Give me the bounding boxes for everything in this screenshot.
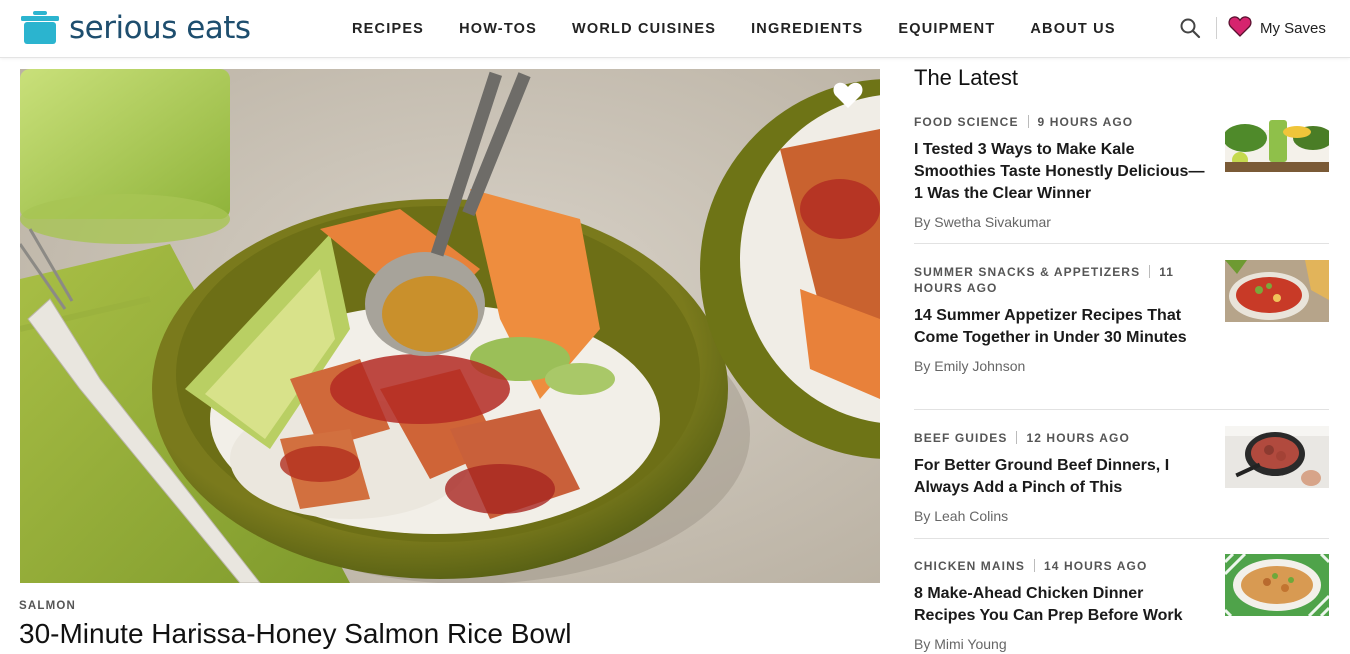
item-category[interactable]: FOOD SCIENCE <box>914 115 1019 129</box>
hero-title[interactable]: 30-Minute Harissa-Honey Salmon Rice Bowl <box>19 618 571 650</box>
latest-heading: The Latest <box>914 65 1018 90</box>
latest-item: CHICKEN MAINS 14 HOURS AGO 8 Make-Ahead C… <box>914 554 1329 652</box>
item-meta: SUMMER SNACKS & APPETIZERS 11 HOURS AGO <box>914 264 1182 296</box>
pot-icon <box>20 11 60 45</box>
item-author: By Mimi Young <box>914 636 1007 652</box>
salmon-rice-bowl-photo <box>20 69 880 583</box>
nav-ingredients[interactable]: INGREDIENTS <box>751 21 863 37</box>
header-divider <box>1216 17 1217 39</box>
nav-about-us[interactable]: ABOUT US <box>1030 21 1115 37</box>
item-meta: CHICKEN MAINS 14 HOURS AGO <box>914 558 1182 574</box>
item-category[interactable]: CHICKEN MAINS <box>914 559 1025 573</box>
latest-divider <box>914 243 1329 244</box>
item-category[interactable]: SUMMER SNACKS & APPETIZERS <box>914 265 1140 279</box>
heart-icon <box>1228 15 1252 42</box>
item-category[interactable]: BEEF GUIDES <box>914 431 1007 445</box>
ground-beef-skillet-thumbnail[interactable] <box>1225 426 1329 488</box>
item-time: 12 HOURS AGO <box>1026 431 1130 445</box>
item-headline[interactable]: I Tested 3 Ways to Make Kale Smoothies T… <box>914 139 1209 205</box>
item-author: By Leah Colins <box>914 508 1009 524</box>
latest-divider <box>914 538 1329 539</box>
item-time: 14 HOURS AGO <box>1043 559 1148 573</box>
chicken-noodle-platter-thumbnail[interactable] <box>1225 554 1329 616</box>
item-headline[interactable]: 8 Make-Ahead Chicken Dinner Recipes You … <box>914 583 1209 627</box>
site-logo[interactable]: serious eats <box>20 10 251 46</box>
nav-equipment[interactable]: EQUIPMENT <box>898 21 995 37</box>
item-meta: FOOD SCIENCE 9 HOURS AGO <box>914 114 1182 130</box>
site-header: serious eats RECIPES HOW-TOS WORLD CUISI… <box>0 0 1350 58</box>
hero-image-link[interactable] <box>20 69 880 583</box>
item-meta: BEEF GUIDES 12 HOURS AGO <box>914 430 1182 446</box>
search-icon[interactable] <box>1178 16 1202 40</box>
nav-how-tos[interactable]: HOW-TOS <box>459 21 537 37</box>
latest-item: SUMMER SNACKS & APPETIZERS 11 HOURS AGO 1… <box>914 260 1329 374</box>
nav-recipes[interactable]: RECIPES <box>352 21 424 37</box>
main-nav: RECIPES HOW-TOS WORLD CUISINES INGREDIEN… <box>352 0 1151 58</box>
appetizer-salsa-thumbnail[interactable] <box>1225 260 1329 322</box>
item-author: By Emily Johnson <box>914 358 1026 374</box>
hero-category[interactable]: SALMON <box>19 600 76 612</box>
item-time: 9 HOURS AGO <box>1037 115 1134 129</box>
latest-item: FOOD SCIENCE 9 HOURS AGO I Tested 3 Ways … <box>914 110 1329 230</box>
my-saves-button[interactable]: My Saves <box>1228 14 1326 42</box>
item-headline[interactable]: 14 Summer Appetizer Recipes That Come To… <box>914 305 1209 349</box>
nav-world-cuisines[interactable]: WORLD CUISINES <box>572 21 716 37</box>
latest-divider <box>914 409 1329 410</box>
my-saves-label: My Saves <box>1260 19 1326 37</box>
save-recipe-heart-icon[interactable] <box>832 80 864 110</box>
item-author: By Swetha Sivakumar <box>914 214 1051 230</box>
logo-wordmark: serious eats <box>69 9 251 46</box>
kale-smoothie-thumbnail[interactable] <box>1225 110 1329 172</box>
item-headline[interactable]: For Better Ground Beef Dinners, I Always… <box>914 455 1209 499</box>
latest-item: BEEF GUIDES 12 HOURS AGO For Better Groun… <box>914 426 1329 524</box>
